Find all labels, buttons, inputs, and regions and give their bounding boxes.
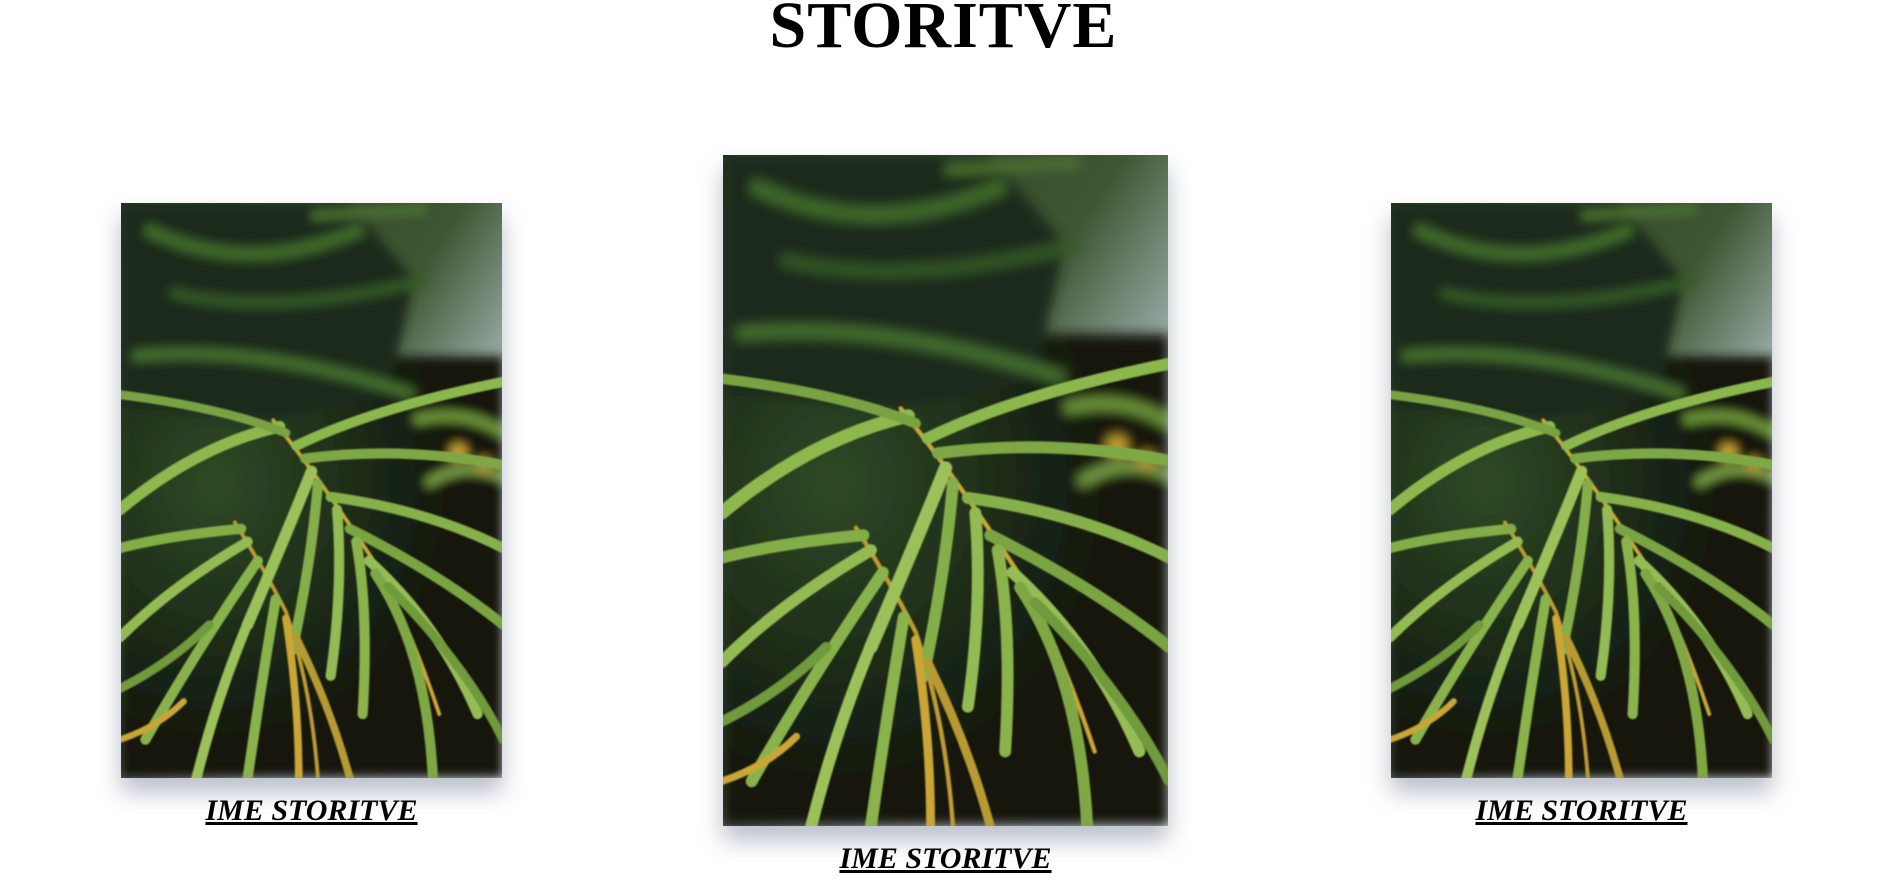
- service-name-link[interactable]: IME STORITVE: [839, 842, 1051, 876]
- service-image[interactable]: [1391, 203, 1772, 778]
- page-title: STORITVE: [769, 0, 1118, 62]
- service-image[interactable]: [723, 155, 1168, 826]
- service-image[interactable]: [121, 203, 502, 778]
- service-name-link[interactable]: IME STORITVE: [205, 794, 417, 828]
- palm-leaves-image: [1391, 203, 1772, 778]
- service-card[interactable]: IME STORITVE: [121, 203, 502, 828]
- palm-leaves-image: [121, 203, 502, 778]
- service-card[interactable]: IME STORITVE: [1391, 203, 1772, 828]
- service-card[interactable]: IME STORITVE: [723, 155, 1168, 876]
- palm-leaves-image: [723, 155, 1168, 826]
- services-page: STORITVE IME STORITVE IME STORITVE IME S…: [0, 0, 1887, 895]
- service-name-link[interactable]: IME STORITVE: [1475, 794, 1687, 828]
